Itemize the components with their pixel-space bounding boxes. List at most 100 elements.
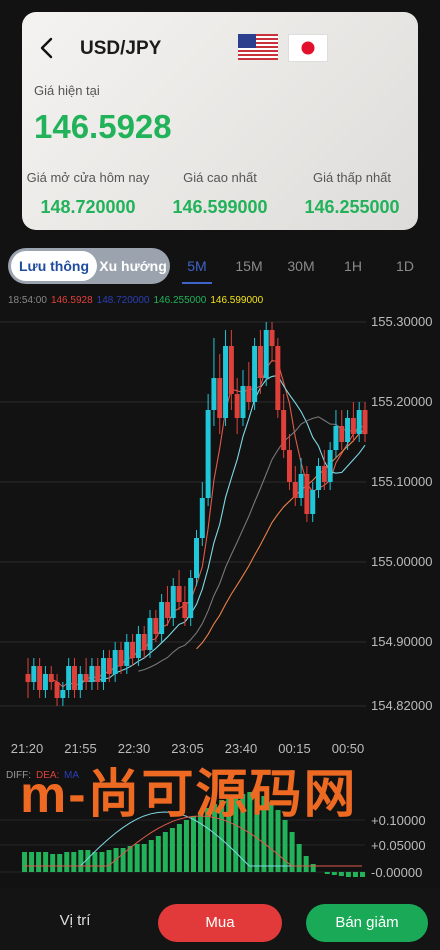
macd-bar [162, 832, 168, 872]
candle-body [339, 426, 345, 442]
candle-body [310, 490, 316, 514]
y-tick-label: 154.90000 [371, 634, 432, 649]
candle-body [112, 650, 118, 674]
candle-body [101, 658, 107, 682]
macd-bar [331, 872, 337, 875]
candle-body [31, 666, 37, 682]
candle-body [321, 466, 327, 482]
macd-bar [303, 856, 309, 872]
candle-body [141, 634, 147, 650]
candle-body [316, 466, 322, 490]
open-stat: Giá mở cửa hôm nay 148.720000 [22, 170, 154, 218]
candle-body [298, 474, 304, 498]
candle-body [66, 666, 72, 690]
macd-bar [64, 852, 70, 872]
macd-bar [85, 850, 91, 872]
macd-y-label: -0.00000 [371, 865, 422, 880]
position-link[interactable]: Vị trí [30, 912, 120, 929]
candle-body [124, 642, 130, 666]
toggle-xu-huong[interactable]: Xu hướng [97, 251, 169, 281]
candle-body [199, 498, 205, 538]
candle-body [83, 674, 89, 682]
macd-bar [360, 872, 365, 877]
macd-bar [169, 828, 175, 872]
y-tick-label: 155.00000 [371, 554, 432, 569]
candle-body [182, 602, 188, 618]
candle-body [118, 650, 124, 666]
view-toggle[interactable]: Lưu thông Xu hướng [8, 248, 170, 284]
high-value: 146.599000 [172, 197, 268, 217]
candle-body [147, 618, 153, 650]
bottom-bar: Vị trí Mua Bán giảm [0, 888, 440, 950]
back-icon[interactable] [36, 36, 60, 60]
macd-bar [345, 872, 351, 877]
macd-bar [43, 852, 49, 872]
ma-legend: 18:54:00 146.5928 148.720000 146.255000 146.… [8, 295, 267, 306]
macd-bar [352, 872, 358, 877]
candle-body [54, 682, 60, 698]
tab-1h[interactable]: 1H [333, 258, 373, 274]
candle-body [48, 674, 54, 682]
candle-body [106, 658, 112, 674]
pair-title: USD/JPY [80, 38, 162, 59]
candle-body [252, 346, 258, 402]
macd-bar [183, 820, 189, 872]
high-label: Giá cao nhất [183, 170, 257, 185]
low-label: Giá thấp nhất [312, 170, 392, 185]
candlestick-chart[interactable]: 155.30000 155.20000 155.10000 155.00000 154.… [0, 308, 440, 758]
candle-body [281, 410, 287, 450]
tab-1d[interactable]: 1D [385, 258, 425, 274]
y-tick-label: 155.10000 [371, 474, 432, 489]
ma-value-2: 148.720000 [96, 295, 150, 306]
macd-bar [155, 836, 161, 872]
macd-bar [338, 872, 344, 876]
candle-body [362, 410, 368, 434]
candle-body [170, 586, 176, 618]
candle-body [159, 602, 165, 634]
ma-line [80, 375, 366, 682]
candle-body [60, 690, 66, 698]
jp-flag-icon [288, 34, 328, 62]
candle-body [350, 418, 356, 434]
candle-body [234, 394, 240, 418]
macd-bar [176, 824, 182, 872]
ma-value-3: 146.255000 [153, 295, 207, 306]
candle-body [130, 642, 136, 658]
macd-bar [78, 850, 84, 872]
macd-y-label: +0.10000 [371, 813, 426, 828]
ma-value-1: 146.5928 [50, 295, 93, 306]
y-tick-label: 155.20000 [371, 394, 432, 409]
candle-body [194, 538, 199, 578]
candle-body [89, 666, 95, 682]
current-price-label: Giá hiện tại [34, 83, 100, 98]
candle-body [240, 386, 246, 418]
candle-body [188, 578, 194, 618]
current-price: 146.5928 [34, 108, 172, 145]
candle-body [25, 674, 31, 682]
low-stat: Giá thấp nhất 146.255000 [286, 170, 418, 218]
tab-15m[interactable]: 15M [229, 258, 269, 274]
macd-bar [310, 864, 316, 872]
buy-button[interactable]: Mua [158, 904, 282, 942]
ma-line [196, 428, 366, 650]
candle-body [356, 410, 362, 434]
macd-bar [22, 852, 27, 872]
candle-body [211, 378, 217, 410]
candle-body [205, 410, 211, 498]
sell-button[interactable]: Bán giảm [306, 904, 428, 942]
candle-body [246, 386, 252, 402]
candle-body [71, 666, 77, 690]
macd-bar [106, 850, 112, 872]
tab-5m[interactable]: 5M [177, 258, 217, 274]
low-value: 146.255000 [304, 197, 400, 217]
tab-30m[interactable]: 30M [281, 258, 321, 274]
high-stat: Giá cao nhất 146.599000 [154, 170, 286, 218]
candle-body [37, 666, 43, 690]
macd-bar [148, 840, 154, 872]
y-tick-label: 155.30000 [371, 314, 432, 329]
ma-time: 18:54:00 [8, 295, 47, 306]
candle-body [345, 418, 351, 442]
y-tick-label: 154.82000 [371, 698, 432, 713]
candle-body [286, 450, 292, 482]
toggle-luu-thong[interactable]: Lưu thông [11, 251, 97, 281]
